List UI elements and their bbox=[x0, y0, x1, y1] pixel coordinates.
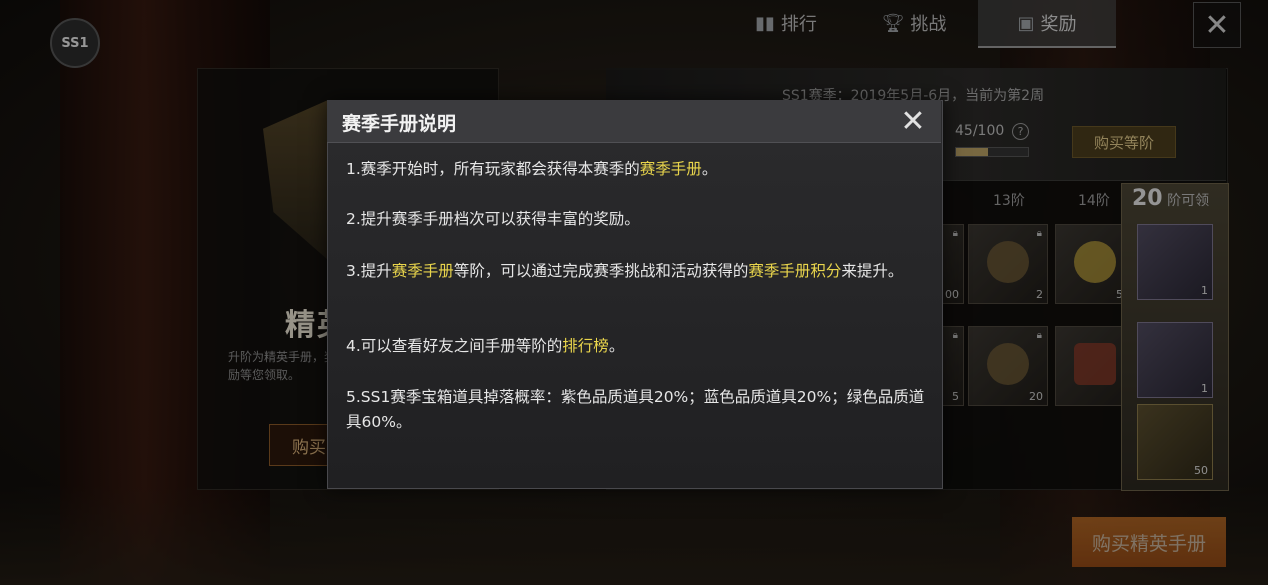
dialog-title: 赛季手册说明 bbox=[342, 113, 457, 135]
rule-4: 4.可以查看好友之间手册等阶的排行榜。 bbox=[346, 334, 931, 359]
rule-text: 来提升。 bbox=[841, 262, 904, 280]
rule-text: 。 bbox=[608, 337, 625, 355]
rule-text: 2.提升赛季手册档次可以获得丰富的奖励。 bbox=[346, 210, 640, 228]
rule-text: 1.赛季开始时，所有玩家都会获得本赛季的 bbox=[346, 160, 640, 178]
close-icon: ✕ bbox=[900, 103, 926, 139]
rule-text: 3.提升 bbox=[346, 262, 392, 280]
rule-2: 2.提升赛季手册档次可以获得丰富的奖励。 bbox=[346, 207, 931, 232]
rule-5: 5.SS1赛季宝箱道具掉落概率：紫色品质道具20%；蓝色品质道具20%；绿色品质… bbox=[346, 385, 931, 435]
rule-3: 3.提升赛季手册等阶，可以通过完成赛季挑战和活动获得的赛季手册积分来提升。 bbox=[346, 259, 931, 284]
rule-text: 5.SS1赛季宝箱道具掉落概率：紫色品质道具20%；蓝色品质道具20%；绿色品质… bbox=[346, 388, 925, 431]
dialog-close-button[interactable]: ✕ bbox=[896, 103, 930, 139]
rule-text: 。 bbox=[701, 160, 718, 178]
rule-highlight: 赛季手册 bbox=[639, 160, 702, 178]
rule-highlight: 赛季手册积分 bbox=[748, 262, 842, 280]
rule-highlight: 排行榜 bbox=[562, 337, 609, 355]
rule-text: 等阶，可以通过完成赛季挑战和活动获得的 bbox=[453, 262, 749, 280]
rule-1: 1.赛季开始时，所有玩家都会获得本赛季的赛季手册。 bbox=[346, 157, 931, 182]
rule-highlight: 赛季手册 bbox=[391, 262, 454, 280]
rule-text: 4.可以查看好友之间手册等阶的 bbox=[346, 337, 563, 355]
